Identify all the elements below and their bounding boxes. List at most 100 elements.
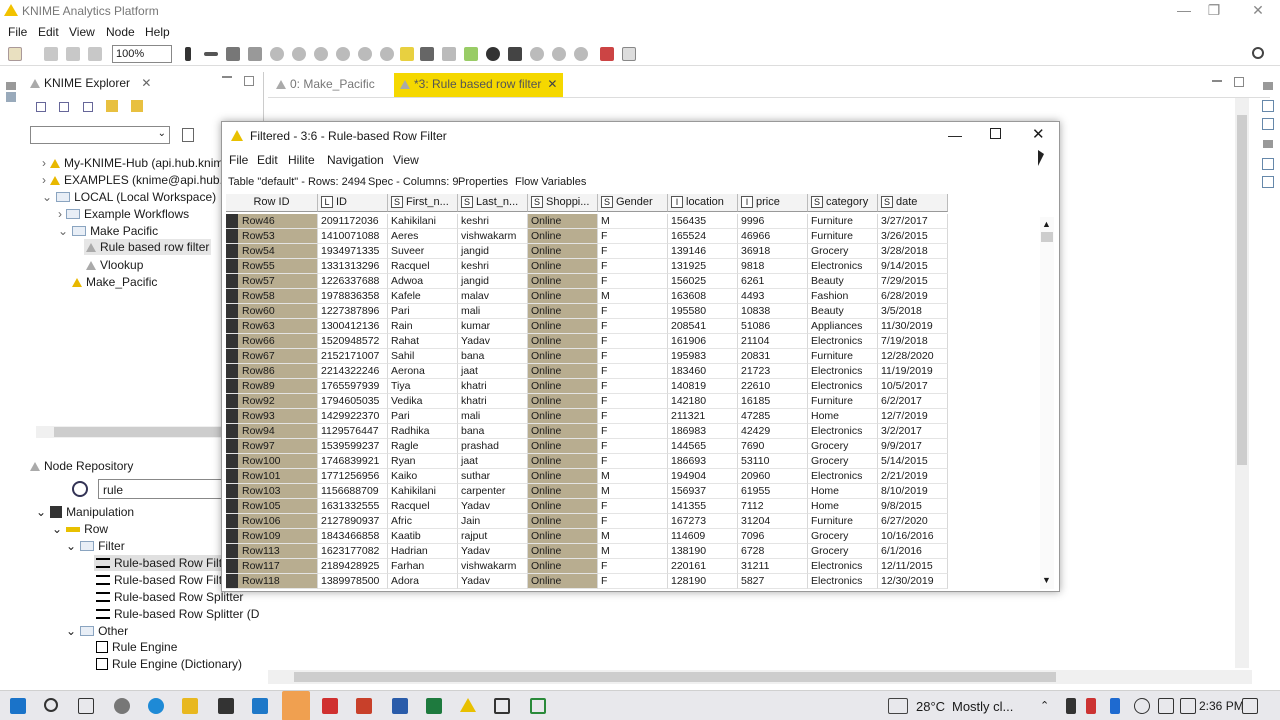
table-cell[interactable]: 3/27/2017 [878,214,948,229]
table-row[interactable]: Row103 1156688709 Kahikilani carpenter Onlin… [226,484,950,499]
table-cell[interactable]: Kaiko [388,469,458,484]
collapse-icon[interactable] [59,102,70,112]
table-row[interactable]: Row93 1429922370 Pari mali Online F 211321 4728… [226,409,950,424]
table-row[interactable]: Row66 1520948572 Rahat Yadav Online F 161906 21… [226,334,950,349]
table-cell[interactable]: Online [528,214,598,229]
table-cell[interactable]: M [598,214,668,229]
table-cell[interactable]: 6/2/2017 [878,394,948,409]
table-cell[interactable]: 1631332555 [318,499,388,514]
node-repository-tab[interactable]: Node Repository [30,459,133,473]
table-cell[interactable]: Online [528,559,598,574]
table-cell[interactable]: 21104 [738,334,808,349]
close-icon[interactable]: ✕ [1238,2,1278,20]
windows-start-icon[interactable] [10,698,26,714]
table-cell[interactable]: Appliances [808,319,878,334]
table-cell[interactable]: 16185 [738,394,808,409]
table-row[interactable]: Row109 1843466858 Kaatib rajput Online M 11460… [226,529,950,544]
table-cell[interactable]: khatri [458,379,528,394]
table-cell[interactable]: Furniture [808,349,878,364]
table-cell[interactable]: 1746839921 [318,454,388,469]
table-cell[interactable]: F [598,574,668,589]
table-cell[interactable]: 8/10/2019 [878,484,948,499]
table-cell[interactable]: 7/29/2015 [878,274,948,289]
table-cell[interactable]: Rain [388,319,458,334]
table-cell[interactable]: 31204 [738,514,808,529]
table-cell[interactable]: 141355 [668,499,738,514]
repo-item-other[interactable]: ⌄ Other [66,624,128,638]
table-cell[interactable]: M [598,529,668,544]
menu-file[interactable]: File [8,25,27,39]
table-cell[interactable]: 5/14/2015 [878,454,948,469]
menu-edit[interactable]: Edit [38,25,59,39]
tab-properties[interactable]: Properties [458,176,508,188]
console-icon[interactable] [1262,118,1274,130]
row-id-cell[interactable]: Row97 [226,439,318,454]
excel-icon[interactable] [426,698,442,714]
table-cell[interactable]: 46966 [738,229,808,244]
table-cell[interactable]: F [598,499,668,514]
chat-icon[interactable] [114,698,130,714]
table-cell[interactable]: Electronics [808,364,878,379]
table-cell[interactable]: Online [528,244,598,259]
table-cell[interactable]: Home [808,499,878,514]
row-id-cell[interactable]: Row57 [226,274,318,289]
table-cell[interactable]: 1623177082 [318,544,388,559]
rename-icon[interactable] [508,47,522,61]
maximize-editor-icon[interactable] [1234,77,1244,87]
table-cell[interactable]: mali [458,409,528,424]
node-monitor-icon[interactable] [1262,158,1274,170]
row-id-cell[interactable]: Row113 [226,544,318,559]
table-cell[interactable]: 2152171007 [318,349,388,364]
table-cell[interactable]: 161906 [668,334,738,349]
file-explorer-icon[interactable] [182,698,198,714]
table-cell[interactable]: Tiya [388,379,458,394]
table-row[interactable]: Row60 1227387896 Pari mali Online F 195580 1083… [226,304,950,319]
row-id-cell[interactable]: Row118 [226,574,318,589]
table-row[interactable]: Row63 1300412136 Rain kumar Online F 208541 510… [226,319,950,334]
tab-make-pacific[interactable]: 0: Make_Pacific [276,77,375,91]
table-cell[interactable]: 31211 [738,559,808,574]
expand-icon[interactable] [36,102,46,112]
table-cell[interactable]: M [598,289,668,304]
tree-item-vlookup[interactable]: Vlookup [86,258,143,272]
table-cell[interactable]: Online [528,304,598,319]
row-id-cell[interactable]: Row63 [226,319,318,334]
tools-icon[interactable] [600,47,614,61]
table-cell[interactable]: 195580 [668,304,738,319]
table-row[interactable]: Row118 1389978500 Adora Yadav Online F 128190 5… [226,574,950,589]
table-cell[interactable]: Furniture [808,214,878,229]
table-cell[interactable]: 186983 [668,424,738,439]
column-header[interactable]: Scategory [808,194,878,212]
table-cell[interactable]: Pari [388,409,458,424]
minimize-explorer-icon[interactable] [222,76,232,78]
table-cell[interactable]: 144565 [668,439,738,454]
table-cell[interactable]: 10838 [738,304,808,319]
table-cell[interactable]: Online [528,394,598,409]
tree-item-examples[interactable]: › EXAMPLES (knime@api.hub.k [42,173,229,187]
table-cell[interactable]: 3/28/2018 [878,244,948,259]
table-cell[interactable]: F [598,244,668,259]
row-id-cell[interactable]: Row106 [226,514,318,529]
row-id-cell[interactable]: Row94 [226,424,318,439]
table-cell[interactable]: F [598,514,668,529]
tree-item-make-pacific-workflow[interactable]: Make_Pacific [72,275,157,289]
restore-view-icon[interactable] [6,82,16,90]
weather-temp[interactable]: 28°C [916,699,945,714]
table-cell[interactable]: 22610 [738,379,808,394]
tree-icon[interactable] [226,47,240,61]
grid-icon[interactable] [622,47,636,61]
table-cell[interactable]: 21723 [738,364,808,379]
table-cell[interactable]: 211321 [668,409,738,424]
repo-item-manipulation[interactable]: ⌄ Manipulation [36,505,134,519]
table-cell[interactable]: Kaatib [388,529,458,544]
table-cell[interactable]: jaat [458,364,528,379]
table-row[interactable]: Row113 1623177082 Hadrian Yadav Online M 13819… [226,544,950,559]
table-cell[interactable]: 36918 [738,244,808,259]
table-cell[interactable]: bana [458,424,528,439]
cancel-all-icon[interactable] [358,47,372,61]
layout-icon[interactable] [185,47,191,61]
table-cell[interactable]: 1389978500 [318,574,388,589]
window-menu-navigation[interactable]: Navigation [327,153,384,167]
table-cell[interactable]: Suveer [388,244,458,259]
close-tab-icon[interactable]: ✕ [547,77,557,91]
